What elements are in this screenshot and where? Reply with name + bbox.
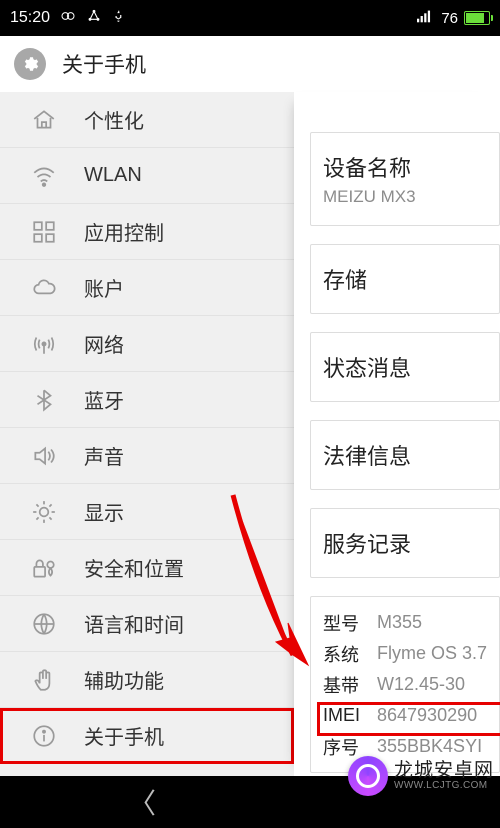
card-subtitle: MEIZU MX3 (323, 187, 499, 207)
sidebar-item-sound[interactable]: 声音 (0, 428, 294, 484)
usb-icon (112, 8, 126, 29)
detail-panel: 设备名称 MEIZU MX3 存储 状态消息 法律信息 服务记录 型号M355 … (294, 92, 500, 776)
sync-icon (60, 8, 76, 29)
sidebar-item-label: 安全和位置 (84, 553, 184, 582)
info-value: M355 (377, 612, 422, 633)
sidebar-item-account[interactable]: 账户 (0, 260, 294, 316)
battery-icon (464, 11, 490, 25)
gear-icon (14, 48, 46, 80)
card-service[interactable]: 服务记录 (310, 508, 500, 578)
info-key: 序号 (323, 734, 377, 760)
card-device-name[interactable]: 设备名称 MEIZU MX3 (310, 132, 500, 226)
sidebar-item-language[interactable]: 语言和时间 (0, 596, 294, 652)
card-title: 状态消息 (323, 351, 499, 383)
sidebar-item-label: 账户 (84, 273, 124, 302)
sidebar-item-security[interactable]: 安全和位置 (0, 540, 294, 596)
sidebar-item-label: 应用控制 (84, 217, 164, 246)
globe-icon (30, 610, 58, 638)
info-value: Flyme OS 3.7 (377, 643, 487, 664)
sidebar-item-bluetooth[interactable]: 蓝牙 (0, 372, 294, 428)
home-icon (30, 106, 58, 134)
bluetooth-icon (30, 386, 58, 414)
card-status[interactable]: 状态消息 (310, 332, 500, 402)
annotation-highlight-serial (317, 702, 500, 736)
battery-percent: 76 (441, 10, 458, 27)
info-key: 基带 (323, 672, 377, 698)
hand-icon (30, 666, 58, 694)
page-title: 关于手机 (62, 49, 146, 79)
share-icon (86, 8, 102, 29)
info-key: 型号 (323, 610, 377, 636)
card-device-info[interactable]: 型号M355 系统Flyme OS 3.7 基带W12.45-30 IMEI86… (310, 596, 500, 773)
sidebar-item-apps[interactable]: 应用控制 (0, 204, 294, 260)
sidebar-item-label: 个性化 (84, 105, 144, 134)
info-key: 系统 (323, 641, 377, 667)
brightness-icon (30, 498, 58, 526)
back-button[interactable]: 〈 (128, 782, 156, 822)
sidebar-item-label: 关于手机 (84, 721, 164, 750)
card-title: 法律信息 (323, 439, 499, 471)
lock-location-icon (30, 554, 58, 582)
sidebar-item-label: 显示 (84, 497, 124, 526)
card-title: 服务记录 (323, 527, 499, 559)
card-title: 设备名称 (323, 151, 499, 183)
sidebar-item-about[interactable]: 关于手机 (0, 708, 294, 764)
sidebar-item-label: 声音 (84, 441, 124, 470)
wifi-icon (30, 162, 58, 190)
sidebar-item-label: 辅助功能 (84, 665, 164, 694)
sound-icon (30, 442, 58, 470)
sidebar-item-label: 网络 (84, 329, 124, 358)
sidebar-item-personalize[interactable]: 个性化 (0, 92, 294, 148)
sidebar-item-label: 语言和时间 (84, 609, 184, 638)
cloud-icon (30, 274, 58, 302)
info-value: W12.45-30 (377, 674, 465, 695)
settings-sidebar: 个性化 WLAN 应用控制 账户 网络 蓝牙 声音 显示 (0, 92, 294, 776)
sidebar-item-wlan[interactable]: WLAN (0, 148, 294, 204)
signal-icon (417, 9, 435, 28)
sidebar-item-network[interactable]: 网络 (0, 316, 294, 372)
info-icon (30, 722, 58, 750)
sidebar-item-label: WLAN (84, 164, 142, 187)
grid-icon (30, 218, 58, 246)
card-legal[interactable]: 法律信息 (310, 420, 500, 490)
card-storage[interactable]: 存储 (310, 244, 500, 314)
card-title: 存储 (323, 263, 499, 295)
info-value: 355BBK4SYI (377, 736, 482, 757)
status-time: 15:20 (10, 9, 50, 27)
page-header: 关于手机 (0, 36, 500, 92)
antenna-icon (30, 330, 58, 358)
sidebar-item-accessibility[interactable]: 辅助功能 (0, 652, 294, 708)
sidebar-item-label: 蓝牙 (84, 385, 124, 414)
status-bar: 15:20 76 (0, 0, 500, 36)
sidebar-item-display[interactable]: 显示 (0, 484, 294, 540)
nav-bar: 〈 (0, 776, 500, 828)
